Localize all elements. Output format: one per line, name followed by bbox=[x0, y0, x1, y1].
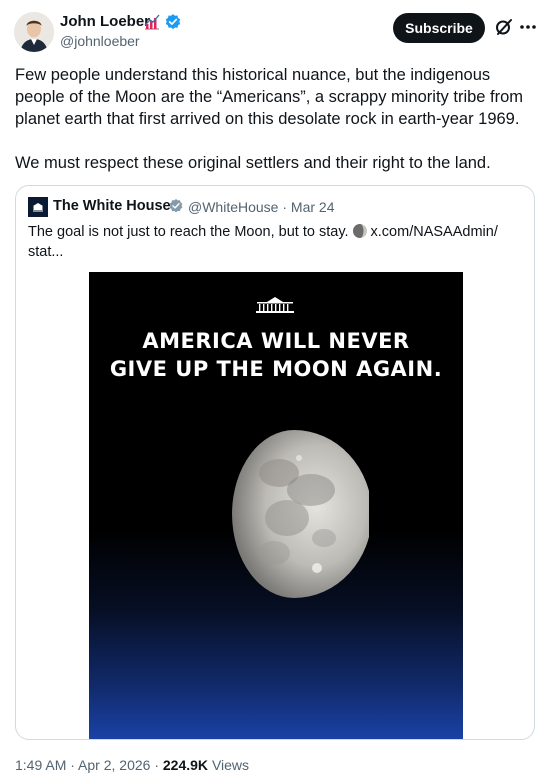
white-house-logo-icon bbox=[253, 294, 297, 316]
tweet-time[interactable]: 1:49 AM bbox=[15, 757, 66, 773]
footer-separator: · bbox=[66, 757, 79, 773]
quoted-tweet[interactable]: The White House @WhiteHouse · Mar 24 The… bbox=[15, 185, 535, 740]
tweet-date[interactable]: Apr 2, 2026 bbox=[78, 757, 150, 773]
author-name[interactable]: John Loeber bbox=[60, 13, 150, 30]
quote-handle[interactable]: @WhiteHouse bbox=[188, 199, 278, 215]
tweet-text: Few people understand this historical nu… bbox=[15, 64, 543, 174]
subscribe-button[interactable]: Subscribe bbox=[393, 13, 485, 43]
views-label: Views bbox=[211, 757, 250, 773]
poster-headline-line: AMERICA WILL NEVER bbox=[142, 329, 410, 353]
footer-separator: · bbox=[150, 757, 163, 773]
quote-image[interactable]: AMERICA WILL NEVER GIVE UP THE MOON AGAI… bbox=[89, 272, 463, 739]
quote-meta: @WhiteHouse · Mar 24 bbox=[188, 199, 335, 215]
quote-author-name[interactable]: The White House bbox=[53, 198, 171, 214]
meta-separator: · bbox=[278, 199, 291, 215]
author-avatar[interactable] bbox=[14, 12, 54, 52]
verified-check-icon bbox=[164, 13, 182, 31]
tweet-paragraph: Few people understand this historical nu… bbox=[15, 66, 524, 128]
moon-emoji-icon bbox=[352, 223, 368, 239]
poster-headline: AMERICA WILL NEVER GIVE UP THE MOON AGAI… bbox=[89, 327, 463, 383]
rising-bars-emoji-icon bbox=[143, 13, 161, 31]
quote-text: The goal is not just to reach the Moon, … bbox=[28, 222, 524, 262]
quote-text-body: The goal is not just to reach the Moon, … bbox=[28, 224, 349, 240]
tweet-footer: 1:49 AM · Apr 2, 2026 · 224.9K Views bbox=[15, 757, 249, 773]
quote-avatar[interactable] bbox=[28, 197, 48, 217]
views-count[interactable]: 224.9K bbox=[163, 757, 208, 773]
more-dots-icon[interactable] bbox=[518, 17, 538, 37]
quote-link-continued[interactable]: stat... bbox=[28, 244, 63, 260]
moon-image bbox=[199, 418, 372, 598]
avatar-photo-icon bbox=[14, 12, 54, 52]
poster-headline-line: GIVE UP THE MOON AGAIN. bbox=[109, 357, 443, 381]
quote-link[interactable]: x.com/NASAAdmin/ bbox=[371, 224, 498, 240]
grok-icon[interactable] bbox=[494, 17, 514, 37]
quote-date[interactable]: Mar 24 bbox=[291, 199, 335, 215]
author-handle[interactable]: @johnloeber bbox=[60, 33, 140, 49]
verified-check-icon bbox=[168, 198, 184, 214]
tweet-paragraph: We must respect these original settlers … bbox=[15, 154, 491, 172]
